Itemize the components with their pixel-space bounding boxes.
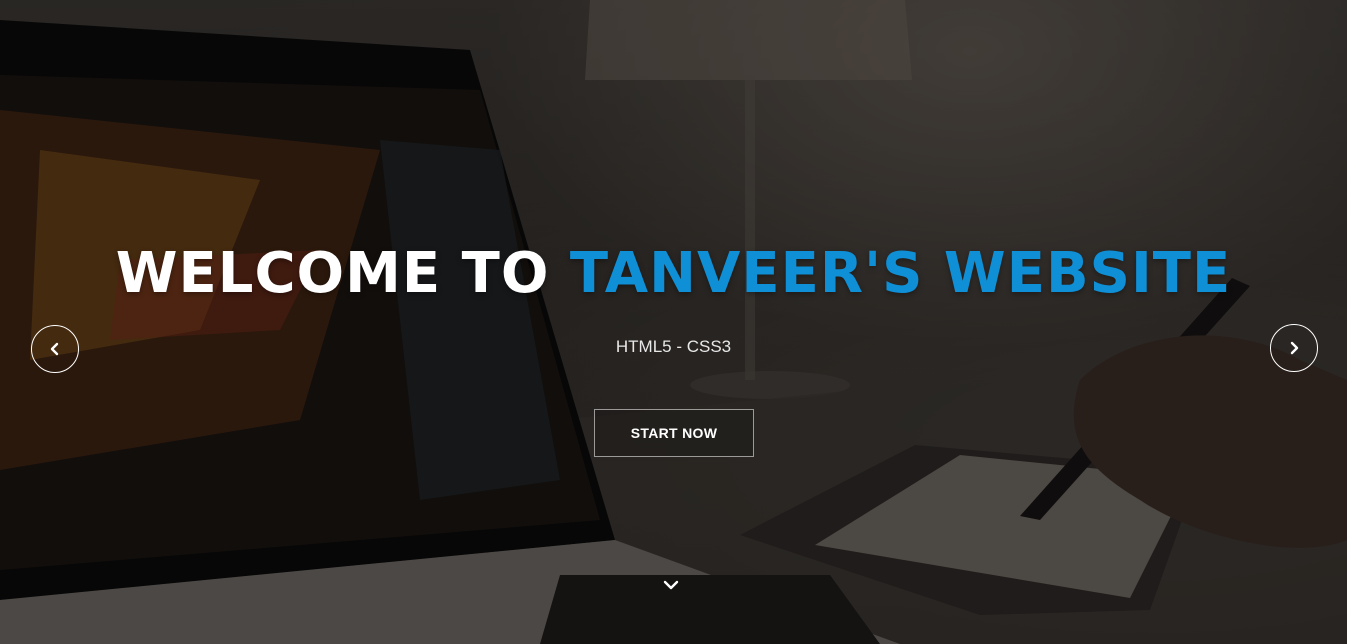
dark-overlay	[0, 0, 1347, 644]
hero-headline: WELCOME TO TANVEER'S WEBSITE	[0, 236, 1347, 312]
hero-section: WELCOME TO TANVEER'S WEBSITE HTML5 - CSS…	[0, 0, 1347, 644]
chevron-down-icon	[663, 580, 679, 590]
headline-highlight: TANVEER'S WEBSITE	[569, 241, 1232, 306]
hero-subtitle: HTML5 - CSS3	[615, 337, 732, 356]
chevron-right-icon	[1290, 341, 1299, 355]
scroll-down-button[interactable]	[661, 577, 681, 593]
start-now-button[interactable]: START NOW	[594, 409, 754, 457]
carousel-next-button[interactable]	[1270, 324, 1318, 372]
carousel-prev-button[interactable]	[31, 325, 79, 373]
headline-prefix: WELCOME TO	[115, 241, 570, 306]
chevron-left-icon	[50, 342, 59, 356]
